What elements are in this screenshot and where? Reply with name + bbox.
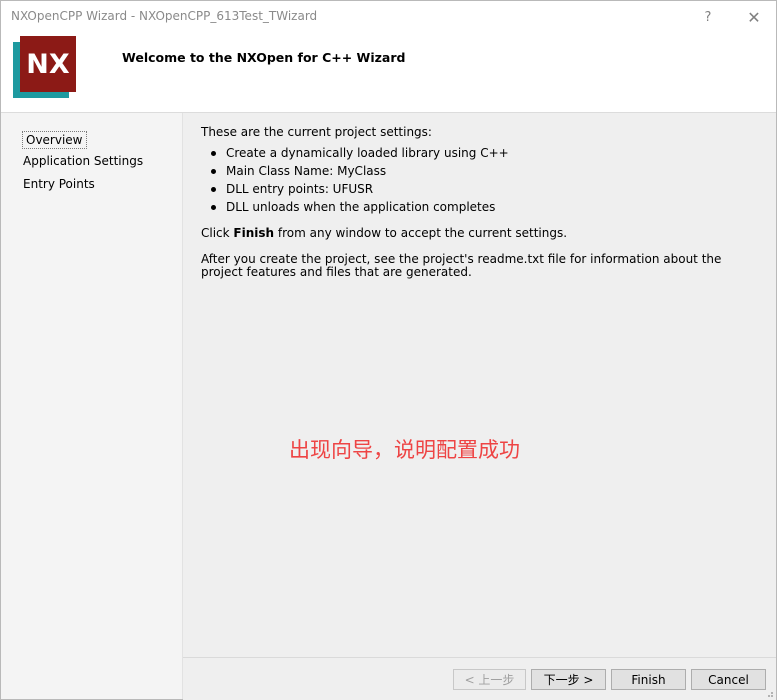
resize-grip-icon[interactable] (764, 688, 774, 698)
help-button[interactable]: ? (691, 4, 725, 30)
finish-instructions: Click Finish from any window to accept t… (201, 226, 567, 240)
logo-tile: NX (20, 36, 76, 92)
close-button[interactable]: ✕ (737, 4, 771, 30)
title-bar: NXOpenCPP Wizard - NXOpenCPP_613Test_TWi… (1, 1, 776, 32)
nx-logo-icon: NX (13, 36, 77, 98)
wizard-header: NX Welcome to the NXOpen for C++ Wizard (1, 32, 776, 113)
list-item: DLL entry points: UFUSR (201, 180, 509, 198)
wizard-nav: Overview Application Settings Entry Poin… (1, 113, 183, 699)
back-button[interactable]: < 上一步 (453, 669, 526, 690)
list-item: DLL unloads when the application complet… (201, 198, 509, 216)
content-panel: These are the current project settings: … (183, 113, 776, 657)
window-title: NXOpenCPP Wizard - NXOpenCPP_613Test_TWi… (11, 9, 318, 23)
button-bar: < 上一步 下一步 > Finish Cancel (183, 657, 776, 700)
nav-item-application-settings[interactable]: Application Settings (23, 154, 143, 168)
cancel-button[interactable]: Cancel (691, 669, 766, 690)
finish-prefix: Click (201, 226, 234, 240)
nav-item-entry-points[interactable]: Entry Points (23, 177, 95, 191)
list-item: Create a dynamically loaded library usin… (201, 144, 509, 162)
logo-text: NX (26, 48, 70, 80)
finish-button[interactable]: Finish (611, 669, 686, 690)
list-item: Main Class Name: MyClass (201, 162, 509, 180)
finish-keyword: Finish (233, 226, 275, 240)
readme-note: After you create the project, see the pr… (201, 252, 722, 279)
nav-item-overview[interactable]: Overview (22, 131, 87, 149)
settings-intro: These are the current project settings: (201, 125, 432, 139)
page-title: Welcome to the NXOpen for C++ Wizard (122, 50, 406, 65)
settings-list: Create a dynamically loaded library usin… (201, 144, 509, 216)
next-button[interactable]: 下一步 > (531, 669, 606, 690)
finish-suffix: from any window to accept the current se… (274, 226, 568, 240)
wizard-window: NXOpenCPP Wizard - NXOpenCPP_613Test_TWi… (0, 0, 777, 700)
annotation-text: 出现向导，说明配置成功 (289, 438, 520, 462)
